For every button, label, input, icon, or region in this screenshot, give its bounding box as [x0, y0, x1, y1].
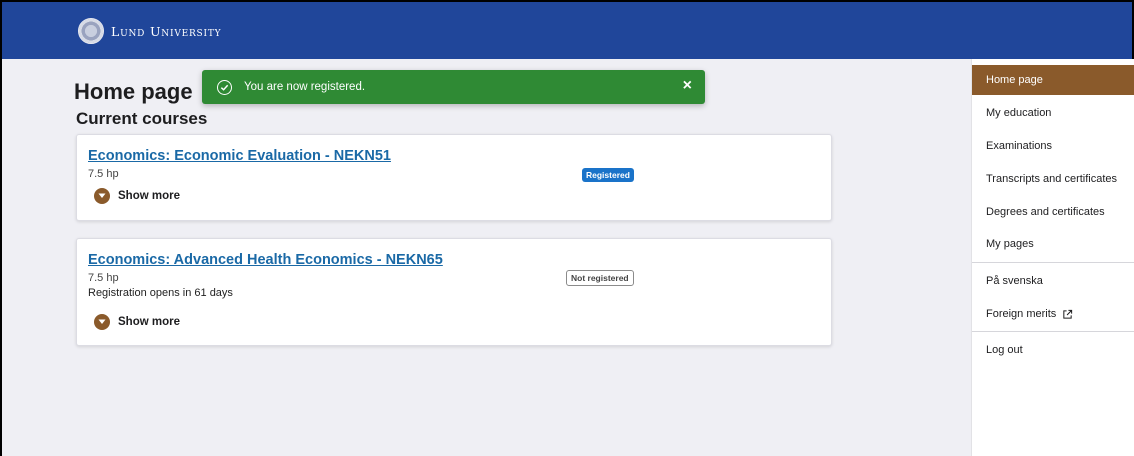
- top-bar: Lund University: [2, 2, 1132, 59]
- show-more-label: Show more: [118, 190, 180, 202]
- sidebar-nav: Home page My education Examinations Tran…: [971, 59, 1134, 456]
- external-link-icon: [1062, 309, 1073, 320]
- status-badge: Registered: [582, 168, 634, 182]
- show-more-label: Show more: [118, 316, 180, 328]
- status-badge: Not registered: [566, 270, 634, 286]
- course-title-link[interactable]: Economics: Economic Evaluation - NEKN51: [88, 148, 391, 164]
- course-card: Economics: Advanced Health Economics - N…: [76, 238, 832, 346]
- university-logo[interactable]: Lund University: [78, 17, 221, 45]
- chevron-down-icon: [94, 188, 110, 204]
- sidebar-item-home-page[interactable]: Home page: [972, 65, 1134, 95]
- course-card: Economics: Economic Evaluation - NEKN51 …: [76, 134, 832, 221]
- chevron-down-icon: [94, 314, 110, 330]
- sidebar-divider: [972, 331, 1134, 332]
- show-more-button[interactable]: Show more: [94, 188, 180, 204]
- section-title: Current courses: [76, 109, 208, 128]
- university-seal-icon: [78, 18, 104, 44]
- sidebar-item-foreign-merits[interactable]: Foreign merits: [972, 299, 1134, 329]
- sidebar-item-degrees[interactable]: Degrees and certificates: [972, 197, 1134, 227]
- sidebar-item-swedish[interactable]: På svenska: [972, 266, 1134, 296]
- course-credits: 7.5 hp: [88, 168, 119, 180]
- show-more-button[interactable]: Show more: [94, 314, 180, 330]
- page-title: Home page: [74, 79, 193, 104]
- success-toast: You are now registered. ×: [202, 70, 705, 104]
- sidebar-item-label: Foreign merits: [986, 308, 1057, 320]
- sidebar-item-my-education[interactable]: My education: [972, 98, 1134, 128]
- course-credits: 7.5 hp: [88, 272, 119, 284]
- main-content: Home page You are now registered. × Curr…: [2, 59, 971, 456]
- toast-message: You are now registered.: [244, 81, 366, 93]
- sidebar-item-examinations[interactable]: Examinations: [972, 131, 1134, 161]
- sidebar-item-my-pages[interactable]: My pages: [972, 229, 1134, 259]
- app-window: Lund University Home page You are now re…: [0, 0, 1134, 456]
- logo-text: Lund University: [111, 23, 222, 39]
- sidebar-divider: [972, 262, 1134, 263]
- check-circle-icon: [217, 79, 232, 95]
- registration-note: Registration opens in 61 days: [88, 287, 233, 299]
- course-title-link[interactable]: Economics: Advanced Health Economics - N…: [88, 252, 443, 268]
- close-icon[interactable]: ×: [683, 78, 692, 94]
- sidebar-item-log-out[interactable]: Log out: [972, 335, 1134, 365]
- sidebar-item-transcripts[interactable]: Transcripts and certificates: [972, 164, 1134, 194]
